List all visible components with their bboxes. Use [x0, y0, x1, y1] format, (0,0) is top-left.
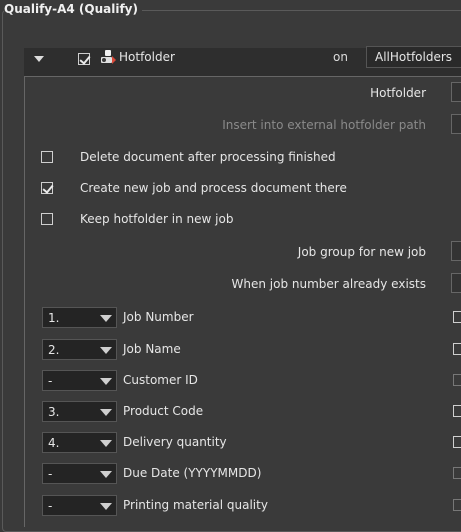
field-order-value: - — [48, 499, 53, 513]
field-order-value: 1. — [48, 311, 60, 325]
field-order-value: 2. — [48, 343, 60, 357]
hotfolder-field-input[interactable] — [451, 82, 461, 102]
on-label: on — [333, 50, 348, 64]
group-title: Qualify-A4 (Qualify) — [4, 2, 142, 16]
field-label: Delivery quantity — [123, 435, 227, 449]
field-order-select[interactable]: - — [42, 495, 117, 516]
location-select[interactable]: AllHotfolders — [366, 46, 461, 68]
field-order-select[interactable]: 4. — [42, 432, 117, 453]
field-label: Customer ID — [123, 373, 198, 387]
field-label: Due Date (YYYYMMDD) — [123, 466, 262, 480]
dropdown-arrow-icon[interactable] — [95, 340, 116, 359]
field-checkbox[interactable] — [453, 343, 461, 355]
field-order-value: - — [48, 374, 53, 388]
field-checkbox[interactable] — [453, 311, 461, 323]
create-new-job-checkbox[interactable] — [41, 182, 53, 194]
keep-hotfolder-label: Keep hotfolder in new job — [80, 212, 234, 226]
field-order-select[interactable]: 1. — [42, 307, 117, 328]
settings-panel — [24, 76, 461, 527]
field-label: Job Number — [123, 310, 194, 324]
keep-hotfolder-checkbox[interactable] — [41, 213, 53, 225]
hotfolder-label: Hotfolder — [119, 50, 175, 64]
field-order-value: - — [48, 467, 53, 481]
field-order-select[interactable]: - — [42, 370, 117, 391]
dropdown-arrow-icon[interactable] — [95, 371, 116, 390]
field-checkbox[interactable] — [453, 467, 461, 479]
field-checkbox[interactable] — [453, 436, 461, 448]
field-order-select[interactable]: 2. — [42, 339, 117, 360]
dropdown-arrow-icon[interactable] — [95, 402, 116, 421]
insert-path-input[interactable] — [451, 114, 461, 134]
dropdown-arrow-icon[interactable] — [95, 496, 116, 515]
field-order-value: 4. — [48, 436, 60, 450]
field-checkbox[interactable] — [453, 405, 461, 417]
field-order-select[interactable]: 3. — [42, 401, 117, 422]
field-checkbox[interactable] — [453, 499, 461, 511]
job-exists-label: When job number already exists — [231, 277, 426, 291]
delete-after-processing-checkbox[interactable] — [41, 151, 53, 163]
dropdown-arrow-icon[interactable] — [95, 308, 116, 327]
hotfolder-field-label: Hotfolder — [370, 86, 426, 100]
field-label: Job Name — [123, 342, 181, 356]
dropdown-arrow-icon[interactable] — [95, 433, 116, 452]
field-label: Product Code — [123, 404, 204, 418]
hotfolder-enabled-checkbox[interactable] — [78, 53, 90, 65]
collapse-triangle-icon[interactable] — [34, 56, 44, 62]
insert-path-label: Insert into external hotfolder path — [222, 118, 426, 132]
field-label: Printing material quality — [123, 498, 268, 512]
create-new-job-label: Create new job and process document ther… — [80, 181, 347, 195]
job-group-label: Job group for new job — [297, 245, 426, 259]
dropdown-arrow-icon[interactable] — [95, 464, 116, 483]
hotfolder-icon — [101, 50, 116, 64]
job-group-select[interactable] — [451, 241, 461, 261]
delete-after-processing-label: Delete document after processing finishe… — [80, 150, 336, 164]
job-exists-select[interactable] — [451, 273, 461, 293]
field-order-select[interactable]: - — [42, 463, 117, 484]
field-checkbox[interactable] — [453, 374, 461, 386]
field-order-value: 3. — [48, 405, 60, 419]
